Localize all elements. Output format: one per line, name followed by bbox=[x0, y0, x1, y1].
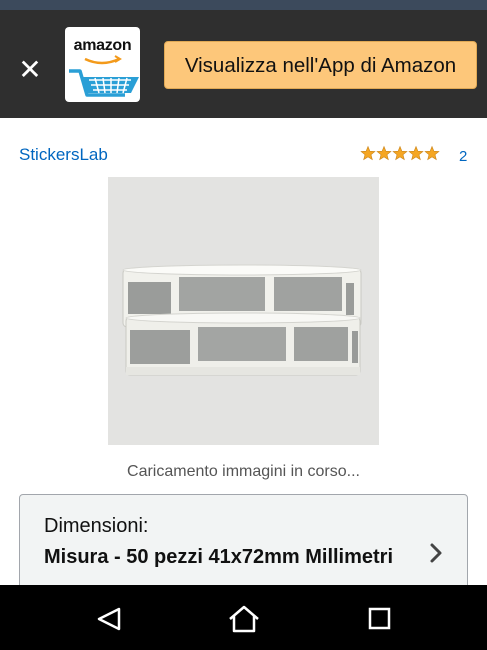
star-icon bbox=[392, 145, 408, 161]
product-image[interactable] bbox=[108, 177, 379, 445]
star-icon bbox=[376, 145, 392, 161]
variation-label: Dimensioni: bbox=[44, 515, 149, 537]
brand-link[interactable]: StickersLab bbox=[19, 145, 108, 165]
star-icon bbox=[408, 145, 424, 161]
close-button[interactable]: ✕ bbox=[14, 54, 46, 86]
status-bar bbox=[0, 0, 487, 10]
variation-value: Misura - 50 pezzi 41x72mm Millimetri bbox=[44, 546, 394, 568]
image-loading-text: Caricamento immagini in corso... bbox=[127, 463, 360, 480]
back-triangle-icon[interactable] bbox=[87, 597, 131, 641]
home-icon[interactable] bbox=[222, 597, 266, 641]
open-in-app-button[interactable]: Visualizza nell'App di Amazon bbox=[164, 41, 477, 89]
star-icons bbox=[360, 145, 440, 161]
app-banner: ✕ amazon Visualizza nell'App di Amazon bbox=[0, 10, 487, 118]
close-icon[interactable]: ✕ bbox=[18, 54, 41, 85]
recents-square-icon[interactable] bbox=[357, 597, 401, 641]
chevron-right-icon bbox=[430, 543, 442, 563]
amazon-app-logo[interactable]: amazon bbox=[65, 27, 140, 102]
star-icon bbox=[424, 145, 440, 161]
star-icon bbox=[360, 145, 376, 161]
rating-count[interactable]: 2 bbox=[459, 148, 467, 165]
cart-icon bbox=[69, 55, 139, 97]
scratch-off-roll-image bbox=[122, 264, 362, 376]
android-nav-bar bbox=[0, 585, 487, 650]
